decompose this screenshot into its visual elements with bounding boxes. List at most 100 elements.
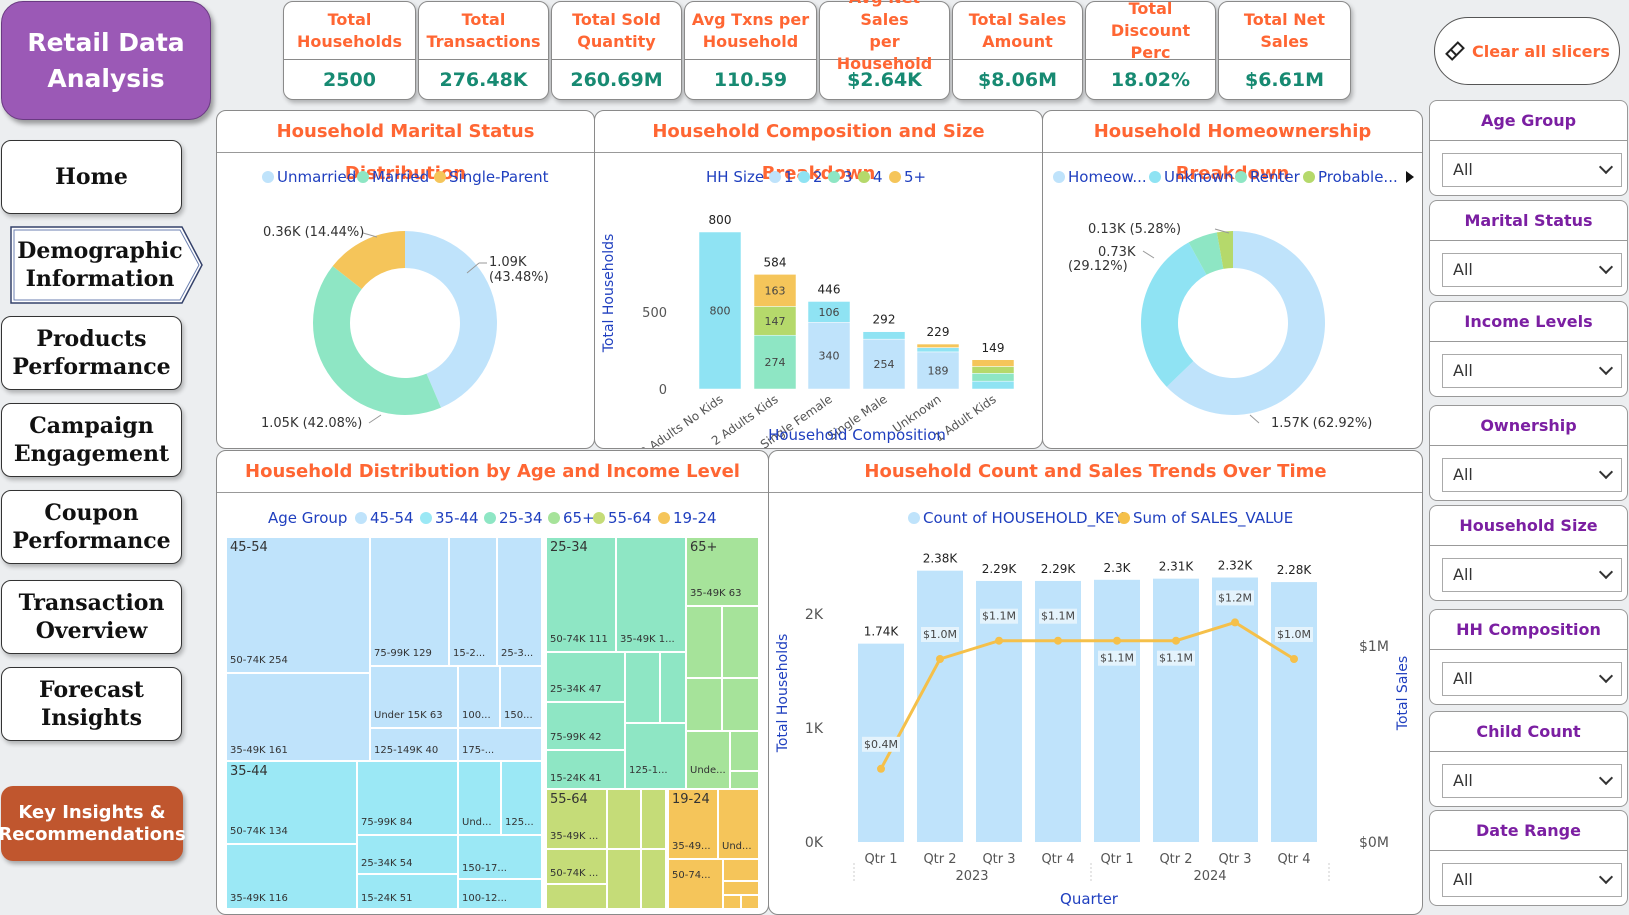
age-group-dropdown[interactable]: All <box>1442 153 1622 187</box>
trend-bar[interactable] <box>1094 579 1140 842</box>
panel-composition: Household Composition and Size Breakdown… <box>594 110 1043 449</box>
treemap-tile[interactable]: Und... <box>458 761 501 835</box>
treemap-tile[interactable]: 25-34 50-74K 111 <box>546 537 616 652</box>
treemap-tile <box>723 895 741 909</box>
trend-bar[interactable] <box>1271 582 1317 842</box>
x-tick-label: Qtr 1 <box>1100 852 1133 867</box>
slicer-ownership: Ownership All <box>1429 405 1628 501</box>
clear-all-slicers-button[interactable]: Clear all slicers <box>1434 17 1620 85</box>
treemap-tile <box>641 789 666 849</box>
legend-label: Renter <box>1250 168 1301 186</box>
date-range-dropdown[interactable]: All <box>1442 863 1622 897</box>
slicer-date-range: Date Range All <box>1429 810 1628 906</box>
treemap-tile[interactable]: 150... <box>500 666 542 728</box>
income-levels-dropdown[interactable]: All <box>1442 354 1622 388</box>
trend-bar[interactable] <box>917 570 963 842</box>
legend-label: 55-64 <box>608 509 652 527</box>
nav-products-performance[interactable]: Products Performance <box>1 316 182 390</box>
segment-data-label: 800 <box>710 305 731 318</box>
treemap-tile[interactable]: 125-149K 40 <box>370 728 458 761</box>
legend-label: 19-24 <box>673 509 717 527</box>
treemap-tile[interactable]: 175-... <box>458 728 542 761</box>
kpi-total-households: Total Households 2500 <box>283 1 416 100</box>
legend-swatch <box>828 171 840 183</box>
child-count-dropdown[interactable]: All <box>1442 764 1622 798</box>
sales-point[interactable] <box>1231 618 1239 627</box>
composition-bar-segment[interactable] <box>971 359 1015 367</box>
treemap-tile[interactable]: 65+ 35-49K 63 <box>686 537 759 606</box>
treemap-tile[interactable]: 45-54 50-74K 254 <box>226 537 370 673</box>
treemap-tile[interactable]: Und... <box>718 789 759 859</box>
legend-next-arrow-icon[interactable] <box>1406 171 1414 183</box>
treemap-tile[interactable]: 150-17... <box>458 835 542 879</box>
legend-swatch <box>908 512 920 524</box>
trend-bar[interactable] <box>1212 577 1258 842</box>
treemap-tile[interactable]: 25-34K 54 <box>357 835 458 874</box>
composition-bar-segment[interactable] <box>916 343 960 348</box>
chevron-down-icon <box>1598 770 1614 786</box>
composition-bar-segment[interactable] <box>862 331 906 340</box>
nav-home[interactable]: Home <box>1 140 182 214</box>
treemap-tile[interactable]: 25-34K 47 <box>546 652 625 702</box>
nav-coupon-performance[interactable]: Coupon Performance <box>1 490 182 564</box>
treemap-tile[interactable]: Unde... <box>686 731 730 789</box>
marital-status-dropdown[interactable]: All <box>1442 253 1622 287</box>
treemap-tile[interactable]: 75-99K 42 <box>546 702 625 750</box>
key-insights-button[interactable]: Key Insights & Recommendations <box>0 786 186 861</box>
treemap-tile[interactable]: 75-99K 129 <box>370 537 449 666</box>
x-tick-label: Qtr 3 <box>982 852 1015 867</box>
sales-point[interactable] <box>995 636 1003 645</box>
composition-bar-segment[interactable] <box>971 366 1015 374</box>
treemap-tile[interactable]: 35-49K 1... <box>616 537 686 652</box>
treemap-tile[interactable]: 50-74... <box>668 859 723 909</box>
treemap-tile <box>723 859 759 881</box>
bar-data-label: 2.32K <box>1218 559 1254 573</box>
chevron-down-icon <box>1598 464 1614 480</box>
sales-point[interactable] <box>936 655 944 663</box>
legend-label: 1 <box>784 168 794 186</box>
y2-tick: $1M <box>1359 639 1389 655</box>
treemap-tile[interactable]: 15-24K 41 <box>546 750 625 789</box>
treemap-tile[interactable]: 125-1... <box>625 723 686 789</box>
sales-point[interactable] <box>877 764 885 773</box>
household-size-dropdown[interactable]: All <box>1442 558 1622 592</box>
treemap-tile[interactable]: 35-49K 161 <box>226 673 370 761</box>
treemap-tile[interactable]: 75-99K 84 <box>357 761 458 835</box>
chevron-down-icon <box>1598 360 1614 376</box>
nav-demographic-information[interactable]: Demographic Information <box>10 226 204 304</box>
composition-bar-segment[interactable] <box>971 380 1015 390</box>
treemap-tile[interactable]: 35-49K 116 <box>226 844 357 909</box>
treemap-tile[interactable]: 55-64 35-49K ... <box>546 789 607 849</box>
ownership-dropdown[interactable]: All <box>1442 458 1622 492</box>
composition-bar-segment[interactable] <box>916 347 960 353</box>
legend-label: Count of HOUSEHOLD_KEY <box>923 509 1124 528</box>
treemap-tile[interactable]: 35-44 50-74K 134 <box>226 761 357 844</box>
treemap-tile[interactable]: Under 15K 63 <box>370 666 458 728</box>
treemap-tile[interactable]: 100... <box>458 666 500 728</box>
hh-composition-dropdown[interactable]: All <box>1442 662 1622 696</box>
legend-label: Married <box>372 168 429 186</box>
legend-label: Unmarried <box>277 168 356 186</box>
segment-data-label: 254 <box>874 358 895 371</box>
bar-total-label: 800 <box>709 213 732 227</box>
treemap-tile[interactable]: 15-24K 51 <box>357 874 458 909</box>
treemap-tile[interactable]: 15-2... <box>449 537 497 666</box>
homeownership-slices <box>1141 231 1325 415</box>
nav-forecast-insights[interactable]: Forecast Insights <box>1 667 182 741</box>
sales-point[interactable] <box>1172 636 1180 645</box>
sales-point[interactable] <box>1113 636 1121 645</box>
trend-bar[interactable] <box>1153 578 1199 842</box>
treemap-tile[interactable]: 125... <box>501 761 542 835</box>
treemap-tile[interactable]: 50-74K ... <box>546 849 607 884</box>
sales-point[interactable] <box>1054 636 1062 645</box>
treemap-tile[interactable]: 25-3... <box>497 537 542 666</box>
treemap-tile[interactable]: 19-24 35-49... <box>668 789 718 859</box>
nav-campaign-engagement[interactable]: Campaign Engagement <box>1 403 182 477</box>
treemap-tile[interactable]: 100-12... <box>458 879 542 909</box>
nav-transaction-overview[interactable]: Transaction Overview <box>1 580 182 654</box>
marital-slice[interactable] <box>313 266 442 415</box>
data-label-married: 1.05K (42.08%) <box>261 416 362 431</box>
treemap-tile <box>660 652 686 723</box>
sales-point[interactable] <box>1290 655 1298 663</box>
composition-bar-segment[interactable] <box>971 373 1015 382</box>
